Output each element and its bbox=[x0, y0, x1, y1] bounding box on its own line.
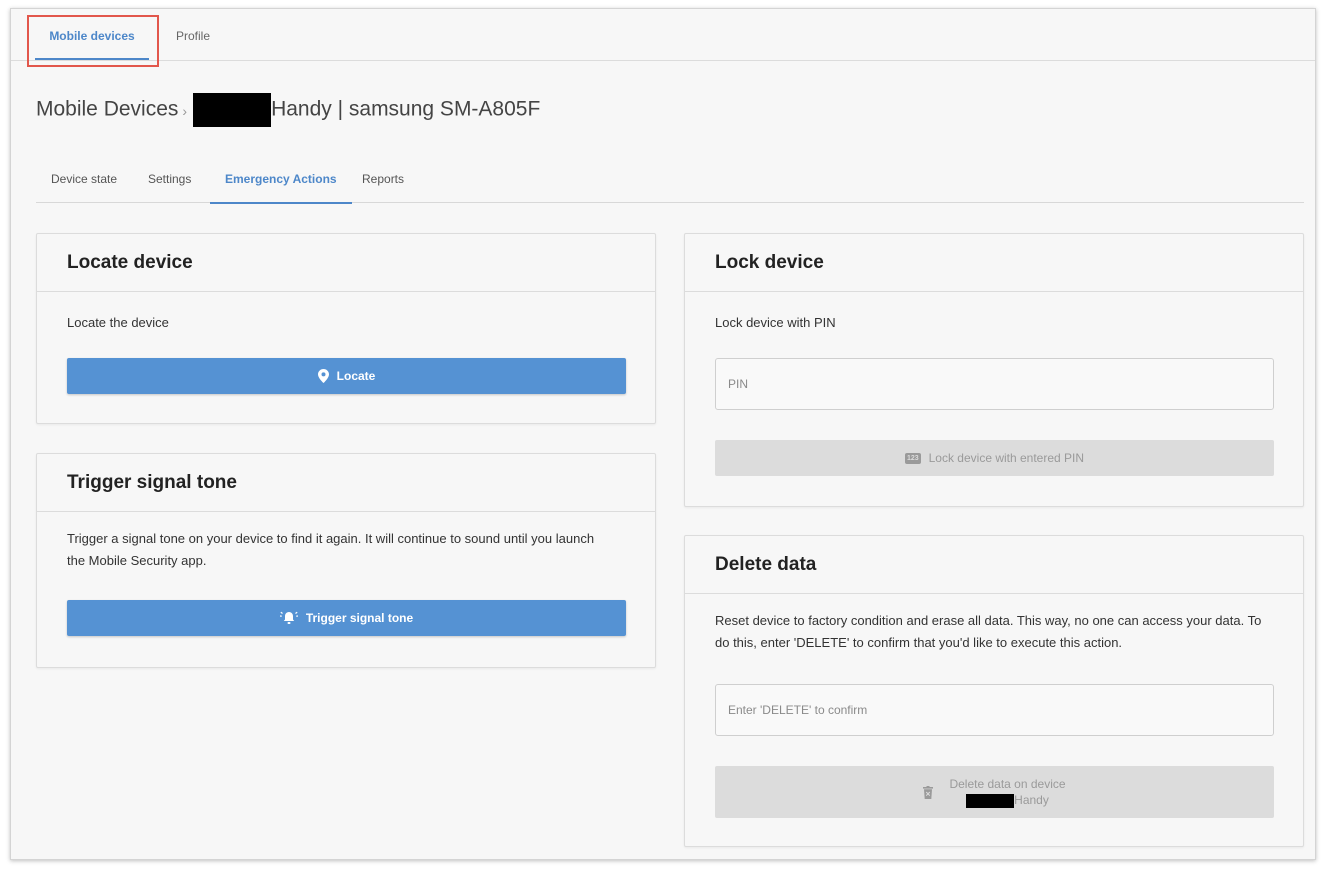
redacted-block bbox=[966, 793, 1015, 808]
lock-card-description: Lock device with PIN bbox=[715, 315, 836, 330]
delete-device-name: Handy bbox=[1014, 793, 1049, 807]
signal-card-title: Trigger signal tone bbox=[37, 454, 655, 512]
app-window: Mobile devices Profile Mobile Devices › Ha… bbox=[10, 8, 1316, 860]
delete-data-button[interactable]: Delete data on device Handy bbox=[715, 766, 1274, 818]
trigger-signal-button[interactable]: Trigger signal tone bbox=[67, 600, 626, 636]
trigger-signal-button-label: Trigger signal tone bbox=[305, 611, 414, 625]
tab-reports[interactable]: Reports bbox=[362, 159, 404, 203]
pin-input[interactable] bbox=[715, 358, 1274, 410]
delete-card-title: Delete data bbox=[685, 536, 1303, 594]
lock-device-button-label: Lock device with entered PIN bbox=[928, 451, 1085, 465]
signal-card-description: Trigger a signal tone on your device to … bbox=[67, 531, 595, 568]
trash-icon bbox=[923, 785, 934, 799]
map-pin-icon bbox=[317, 369, 329, 383]
lock-card-title: Lock device bbox=[685, 234, 1303, 292]
tab-emergency-actions[interactable]: Emergency Actions bbox=[210, 159, 352, 204]
top-nav: Mobile devices Profile bbox=[11, 9, 1315, 61]
locate-button[interactable]: Locate bbox=[67, 358, 626, 394]
lock-device-card: Lock device Lock device with PIN 123 Loc… bbox=[684, 233, 1304, 507]
locate-card-description: Locate the device bbox=[67, 315, 169, 330]
breadcrumb-root-link[interactable]: Mobile Devices bbox=[36, 98, 178, 121]
breadcrumb-device-name: Handy | samsung SM-A805F bbox=[271, 97, 541, 121]
delete-data-button-line2: Handy bbox=[949, 792, 1065, 808]
breadcrumb: Mobile Devices › Handy | samsung SM-A805F bbox=[36, 93, 540, 127]
tab-profile[interactable]: Profile bbox=[163, 9, 223, 61]
tab-device-state[interactable]: Device state bbox=[51, 159, 117, 203]
device-subtabs: Device state Settings Emergency Actions … bbox=[36, 159, 1304, 204]
delete-data-card: Delete data Reset device to factory cond… bbox=[684, 535, 1304, 847]
delete-data-button-line1: Delete data on device bbox=[949, 777, 1066, 791]
alarm-bell-icon bbox=[279, 611, 298, 625]
locate-button-label: Locate bbox=[336, 369, 376, 383]
locate-device-card: Locate device Locate the device Locate bbox=[36, 233, 656, 424]
redacted-block bbox=[193, 93, 272, 127]
delete-data-button-label: Delete data on device Handy bbox=[949, 776, 1066, 808]
delete-confirm-input[interactable] bbox=[715, 684, 1274, 736]
tab-mobile-devices[interactable]: Mobile devices bbox=[35, 9, 149, 61]
breadcrumb-separator: › bbox=[182, 102, 188, 119]
signal-tone-card: Trigger signal tone Trigger a signal ton… bbox=[36, 453, 656, 668]
lock-device-button[interactable]: 123 Lock device with entered PIN bbox=[715, 440, 1274, 476]
locate-card-title: Locate device bbox=[37, 234, 655, 292]
tab-settings[interactable]: Settings bbox=[148, 159, 191, 203]
keypad-123-icon: 123 bbox=[904, 452, 921, 464]
delete-card-description: Reset device to factory condition and er… bbox=[715, 613, 1262, 650]
